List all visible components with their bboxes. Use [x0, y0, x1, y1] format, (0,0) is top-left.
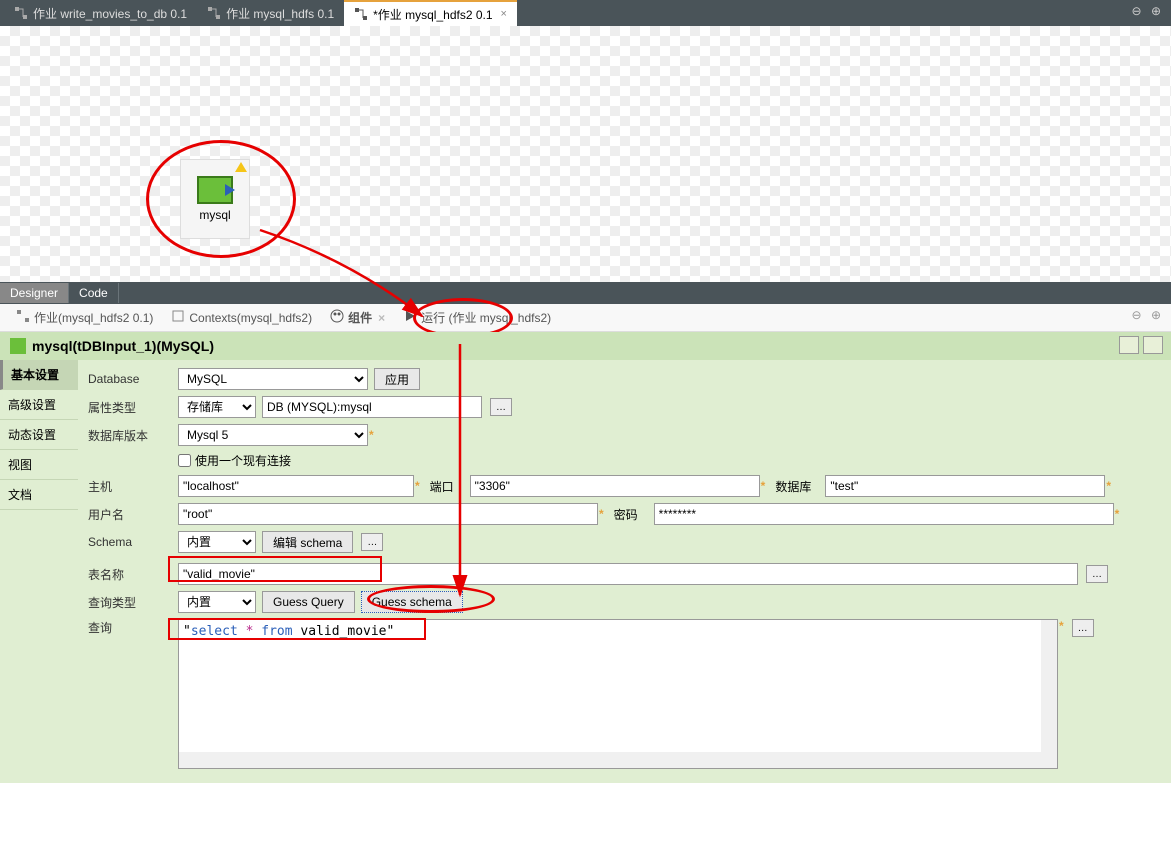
- label-host: 主机: [88, 478, 178, 495]
- select-schema[interactable]: 内置: [178, 531, 256, 553]
- tab-write-movies[interactable]: 作业 write_movies_to_db 0.1: [4, 1, 197, 26]
- design-canvas[interactable]: mysql: [0, 26, 1171, 282]
- label-user: 用户名: [88, 506, 178, 523]
- browse-table-button[interactable]: …: [1086, 565, 1108, 583]
- user-field[interactable]: [178, 503, 598, 525]
- label-property-type: 属性类型: [88, 399, 178, 416]
- tab-mysql-hdfs2[interactable]: *作业 mysql_hdfs2 0.1 ×: [344, 0, 517, 27]
- scrollbar-horizontal[interactable]: [179, 752, 1057, 768]
- top-right-controls: ⊖ ⊕: [1126, 4, 1161, 18]
- minimize-icon[interactable]: ⊖: [1132, 308, 1142, 322]
- job-icon: [354, 7, 368, 21]
- job-icon: [207, 6, 221, 20]
- tab-label: 组件: [348, 309, 372, 326]
- canvas-mode-tabs: Designer Code: [0, 282, 1171, 304]
- close-icon[interactable]: ×: [501, 8, 507, 20]
- tab-label: Contexts(mysql_hdfs2): [189, 311, 312, 325]
- tab-component[interactable]: 组件 ×: [322, 305, 393, 330]
- layout-button-1[interactable]: [1119, 336, 1139, 354]
- select-db-version[interactable]: Mysql 5: [178, 424, 368, 446]
- label-table: 表名称: [88, 566, 178, 583]
- tab-label: 运行 (作业 mysql_hdfs2): [421, 309, 551, 326]
- browse-query-button[interactable]: …: [1072, 619, 1094, 637]
- dbname-field[interactable]: [825, 475, 1105, 497]
- label-port: 端口: [430, 478, 470, 495]
- edit-schema-button[interactable]: 编辑 schema: [262, 531, 353, 553]
- pass-field[interactable]: [654, 503, 1114, 525]
- label-dbname: 数据库: [775, 478, 825, 495]
- scrollbar-vertical[interactable]: [1041, 620, 1057, 752]
- nav-doc[interactable]: 文档: [0, 480, 78, 510]
- component-header: mysql(tDBInput_1)(MySQL): [0, 332, 1171, 360]
- nav-basic[interactable]: 基本设置: [0, 360, 78, 390]
- play-icon: [403, 309, 417, 326]
- palette-icon: [330, 309, 344, 326]
- label-use-existing: 使用一个现有连接: [195, 452, 291, 469]
- tab-contexts[interactable]: Contexts(mysql_hdfs2): [163, 305, 320, 330]
- job-icon: [14, 6, 28, 20]
- select-database[interactable]: MySQL: [178, 368, 368, 390]
- tab-label: 作业 write_movies_to_db 0.1: [33, 5, 187, 22]
- tab-label: 作业 mysql_hdfs 0.1: [226, 5, 334, 22]
- tab-mysql-hdfs[interactable]: 作业 mysql_hdfs 0.1: [197, 1, 344, 26]
- tab-label: 作业(mysql_hdfs2 0.1): [34, 309, 153, 326]
- label-query-type: 查询类型: [88, 594, 178, 611]
- job-icon: [16, 309, 30, 326]
- component-title: mysql(tDBInput_1)(MySQL): [32, 338, 214, 354]
- tab-run[interactable]: 运行 (作业 mysql_hdfs2): [395, 305, 559, 330]
- label-pass: 密码: [614, 506, 654, 523]
- guess-query-button[interactable]: Guess Query: [262, 591, 355, 613]
- nav-dynamic[interactable]: 动态设置: [0, 420, 78, 450]
- contexts-icon: [171, 309, 185, 326]
- browse-button[interactable]: …: [490, 398, 512, 416]
- port-field[interactable]: [470, 475, 760, 497]
- db-input-icon: [10, 338, 26, 354]
- form-body: Database MySQL 应用 属性类型 存储库 … 数据库版本 Mysql…: [78, 360, 1171, 783]
- editor-tab-bar: 作业 write_movies_to_db 0.1 作业 mysql_hdfs …: [0, 0, 1171, 26]
- select-property-type[interactable]: 存储库: [178, 396, 256, 418]
- query-textarea[interactable]: "select * from valid_movie": [178, 619, 1058, 769]
- tab-code[interactable]: Code: [69, 283, 119, 303]
- db-input-icon: [197, 176, 233, 204]
- label-query: 查询: [88, 619, 178, 636]
- label-schema: Schema: [88, 535, 178, 549]
- tab-job[interactable]: 作业(mysql_hdfs2 0.1): [8, 305, 161, 330]
- nav-view[interactable]: 视图: [0, 450, 78, 480]
- checkbox-use-existing[interactable]: [178, 454, 191, 467]
- node-label: mysql: [199, 208, 230, 222]
- select-query-type[interactable]: 内置: [178, 591, 256, 613]
- guess-schema-button[interactable]: Guess schema: [361, 591, 463, 613]
- maximize-icon[interactable]: ⊕: [1151, 4, 1161, 18]
- panel-right-controls: ⊖ ⊕: [1132, 308, 1161, 322]
- label-database: Database: [88, 372, 178, 386]
- canvas-node-mysql[interactable]: mysql: [180, 159, 250, 239]
- label-db-version: 数据库版本: [88, 427, 178, 444]
- tab-label: *作业 mysql_hdfs2 0.1: [373, 6, 492, 23]
- tab-designer[interactable]: Designer: [0, 283, 69, 303]
- browse-schema-button[interactable]: …: [361, 533, 383, 551]
- minimize-icon[interactable]: ⊖: [1132, 4, 1142, 18]
- apply-button[interactable]: 应用: [374, 368, 420, 390]
- panel-tab-bar: 作业(mysql_hdfs2 0.1) Contexts(mysql_hdfs2…: [0, 304, 1171, 332]
- settings-side-nav: 基本设置 高级设置 动态设置 视图 文档: [0, 360, 78, 783]
- nav-advanced[interactable]: 高级设置: [0, 390, 78, 420]
- close-icon[interactable]: ×: [378, 311, 385, 325]
- host-field[interactable]: [178, 475, 414, 497]
- maximize-icon[interactable]: ⊕: [1151, 308, 1161, 322]
- repository-field[interactable]: [262, 396, 482, 418]
- layout-button-2[interactable]: [1143, 336, 1163, 354]
- table-field[interactable]: [178, 563, 1078, 585]
- component-form: 基本设置 高级设置 动态设置 视图 文档 Database MySQL 应用 属…: [0, 360, 1171, 783]
- warning-icon: [235, 162, 247, 172]
